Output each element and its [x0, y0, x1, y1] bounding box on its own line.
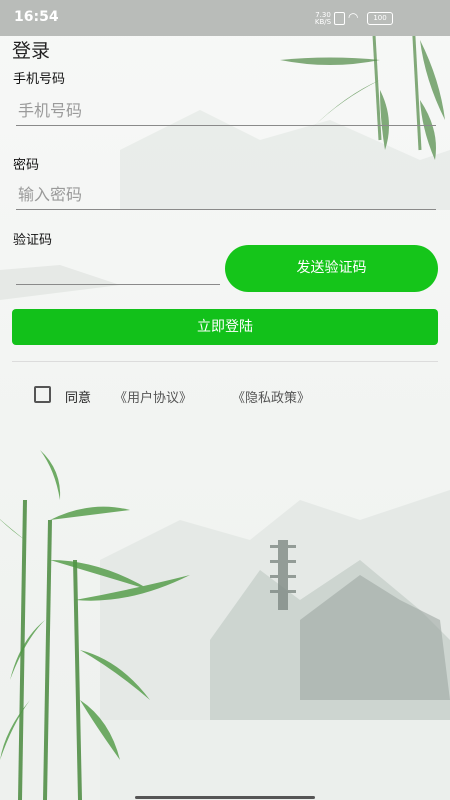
page-title: 登录: [12, 40, 51, 62]
login-button[interactable]: 立即登陆: [12, 309, 438, 345]
divider: [12, 361, 438, 362]
password-input[interactable]: [16, 179, 436, 210]
user-agreement-link[interactable]: 《用户协议》: [114, 387, 192, 406]
code-input[interactable]: [16, 254, 220, 285]
send-code-button[interactable]: 发送验证码: [225, 245, 438, 292]
phone-input[interactable]: [16, 95, 436, 126]
phone-label: 手机号码: [13, 72, 66, 87]
privacy-policy-link[interactable]: 《隐私政策》: [232, 387, 310, 406]
agree-label: 同意: [65, 391, 92, 406]
password-label: 密码: [13, 158, 40, 173]
agree-checkbox[interactable]: [34, 386, 51, 403]
home-indicator: [135, 796, 315, 799]
code-label: 验证码: [13, 233, 53, 248]
